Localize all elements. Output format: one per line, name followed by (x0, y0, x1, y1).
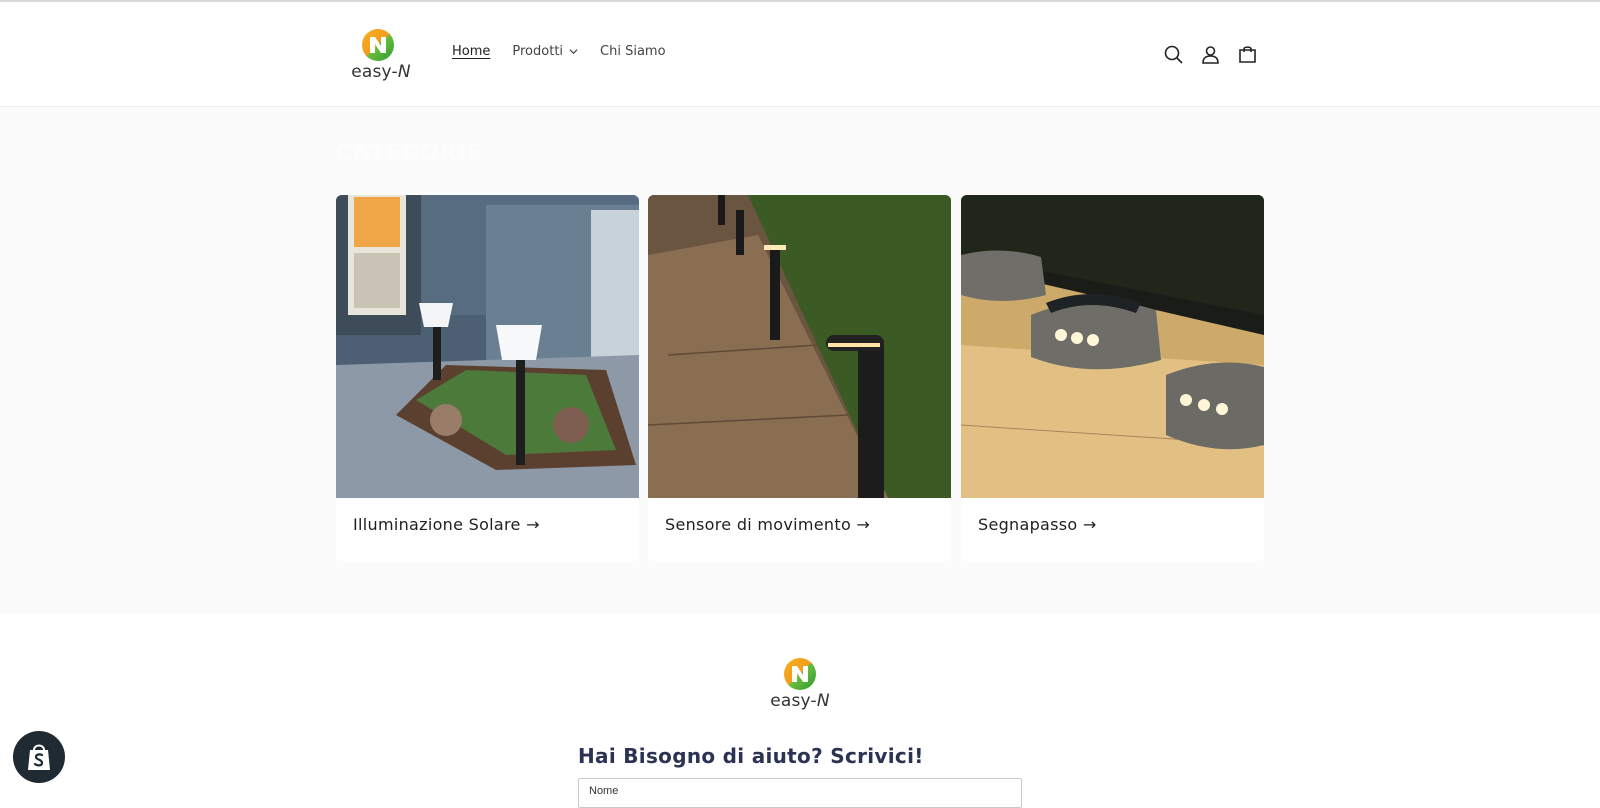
logo-text: easy-N (351, 62, 411, 82)
logo-mark-icon (362, 29, 394, 61)
nav-home[interactable]: Home (452, 44, 490, 59)
search-icon[interactable] (1163, 44, 1184, 65)
chevron-down-icon (569, 49, 578, 55)
collection-image-solare (336, 195, 639, 498)
shopify-badge[interactable] (13, 731, 65, 783)
collection-image-segnapasso (961, 195, 1264, 498)
contact-logo-text: easy-N (770, 691, 830, 711)
section-title: CATEGORIE (336, 141, 484, 166)
nav-prodotti[interactable]: Prodotti (512, 44, 578, 59)
main-nav: Home Prodotti Chi Siamo (452, 44, 688, 59)
site-logo[interactable]: easy-N (346, 28, 416, 86)
nav-chi-siamo[interactable]: Chi Siamo (600, 44, 666, 59)
collection-label-solare[interactable]: Illuminazione Solare → (353, 515, 540, 534)
name-field[interactable]: Nome (578, 778, 1022, 808)
logo-mark-icon (784, 658, 816, 690)
collection-label-sensore[interactable]: Sensore di movimento → (665, 515, 870, 534)
collection-image-sensore (648, 195, 951, 498)
collection-card-sensore[interactable]: Sensore di movimento → (648, 195, 951, 561)
collections-section: CATEGORIE Illuminazione Solare → Sensore… (0, 107, 1600, 615)
collection-label-segnapasso[interactable]: Segnapasso → (978, 515, 1097, 534)
account-icon[interactable] (1200, 44, 1221, 65)
contact-logo: easy-N (768, 657, 832, 717)
cart-icon[interactable] (1237, 44, 1258, 65)
contact-title: Hai Bisogno di aiuto? Scrivici! (578, 744, 924, 768)
collection-card-segnapasso[interactable]: Segnapasso → (961, 195, 1264, 561)
site-header: easy-N Home Prodotti Chi Siamo (0, 2, 1600, 107)
nav-prodotti-label: Prodotti (512, 44, 564, 59)
header-icons (1163, 44, 1258, 65)
collection-card-solare[interactable]: Illuminazione Solare → (336, 195, 639, 561)
shopify-bag-icon (28, 744, 50, 770)
